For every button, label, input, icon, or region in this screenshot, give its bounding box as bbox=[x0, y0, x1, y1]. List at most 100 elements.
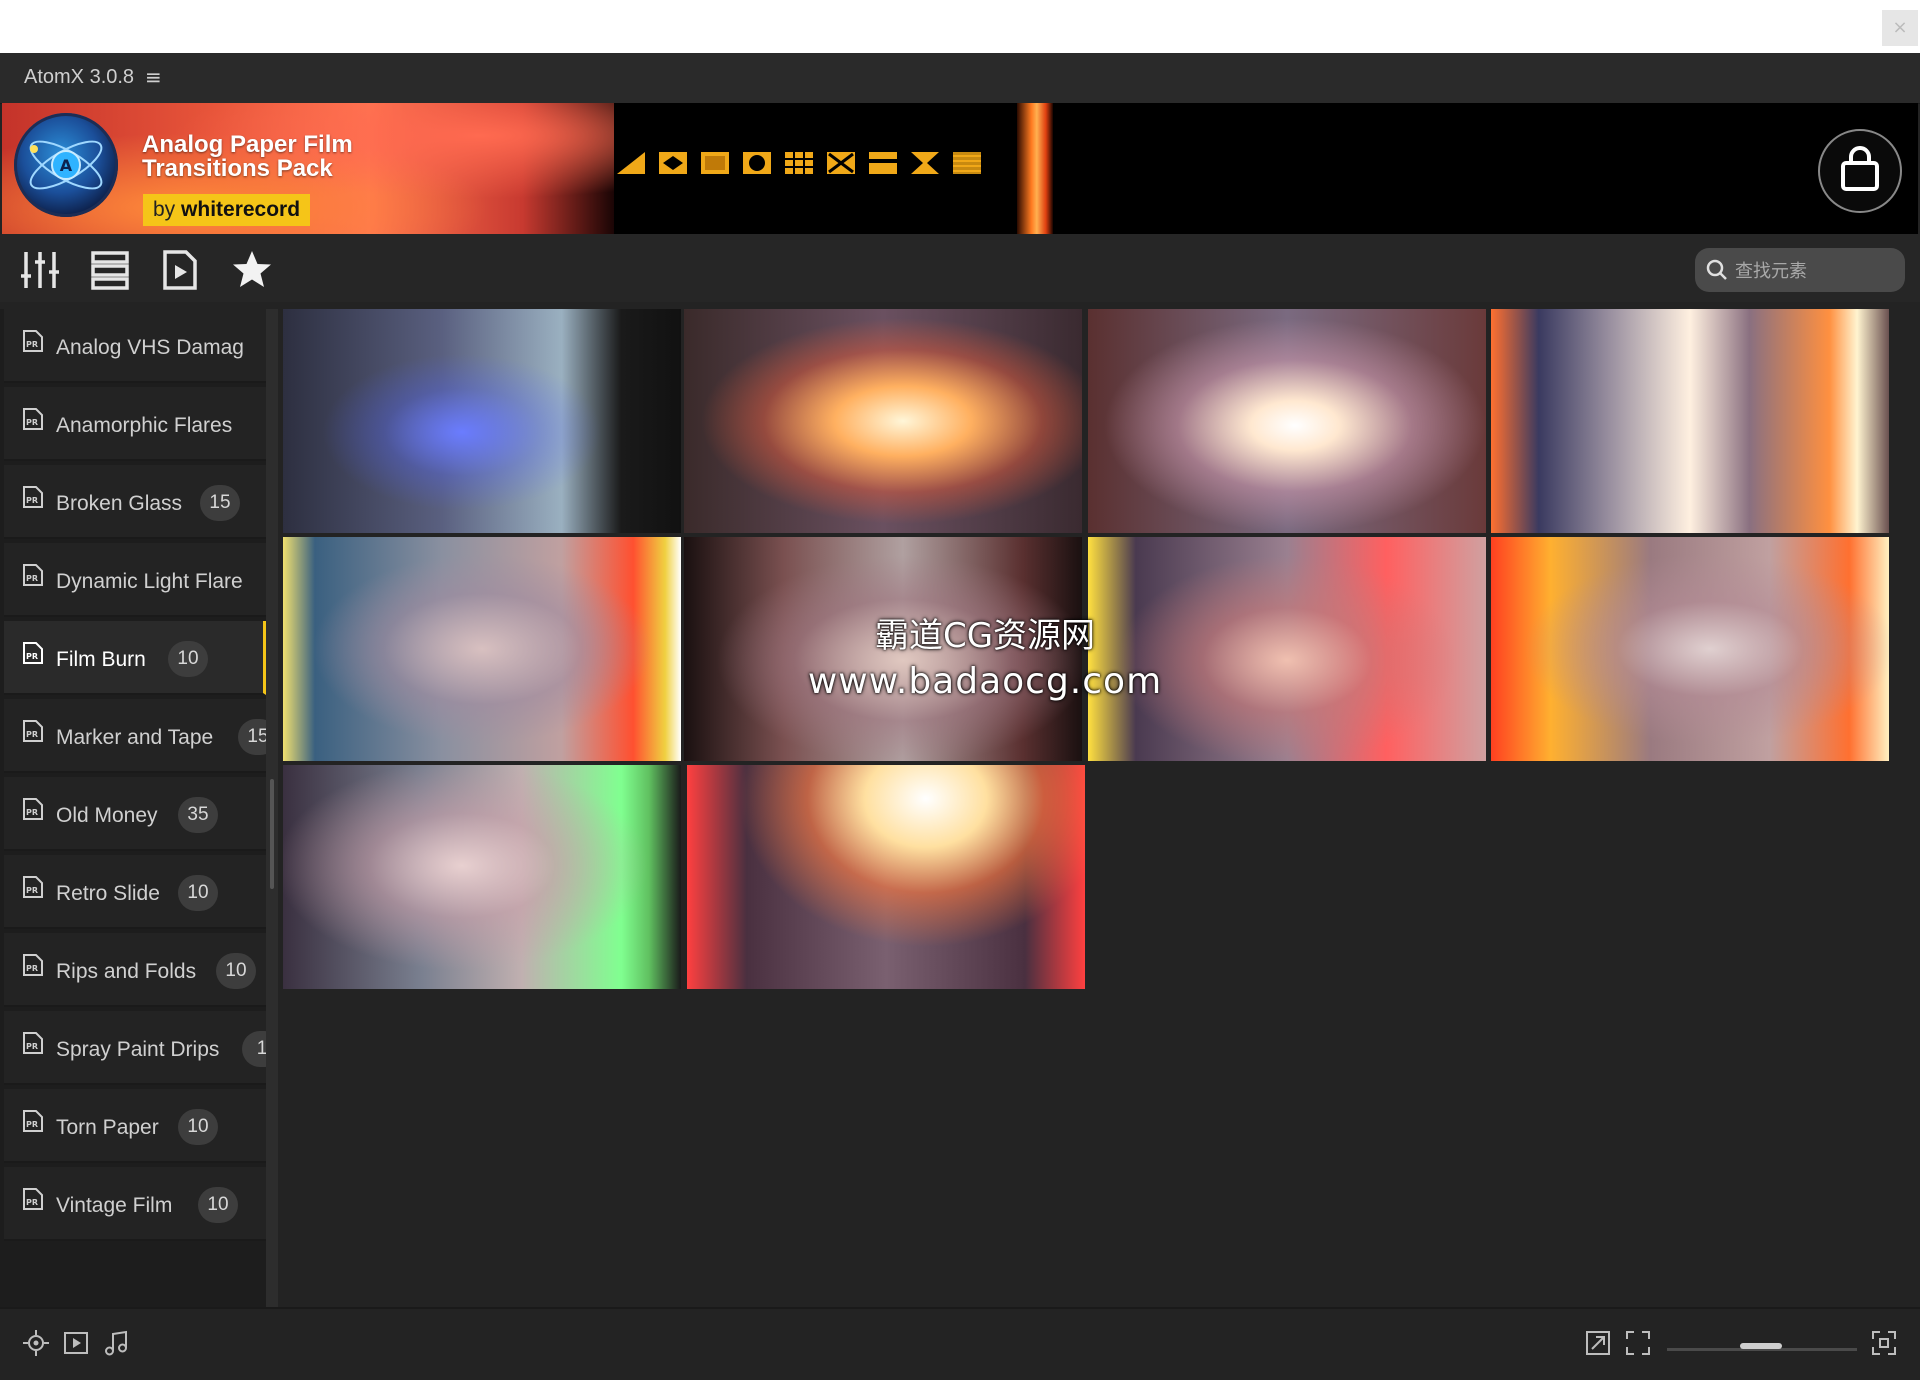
preset-thumbnail[interactable] bbox=[283, 537, 681, 761]
count-badge: 35 bbox=[178, 797, 218, 833]
hamburger-icon[interactable]: ≡ bbox=[145, 65, 162, 89]
shop-bag-icon[interactable] bbox=[1818, 129, 1902, 213]
pack-banner[interactable]: A Analog Paper Film Transitions Pack by … bbox=[2, 103, 1918, 234]
zoom-slider-thumb[interactable] bbox=[1740, 1343, 1782, 1349]
svg-text:PR: PR bbox=[26, 496, 38, 505]
count-badge: 10 bbox=[216, 953, 256, 989]
preset-thumbnail[interactable] bbox=[283, 765, 681, 989]
video-icon[interactable] bbox=[62, 1329, 90, 1357]
title-bar: AtomX 3.0.8 ≡ bbox=[0, 53, 1920, 104]
count-badge: 10 bbox=[168, 641, 208, 677]
svg-text:PR: PR bbox=[26, 808, 38, 817]
svg-text:PR: PR bbox=[26, 340, 38, 349]
count-badge: 10 bbox=[178, 875, 218, 911]
sidebar-item-label: Anamorphic Flares bbox=[56, 414, 233, 437]
banner-title: Analog Paper Film Transitions Pack bbox=[142, 131, 353, 182]
fullscreen-icon[interactable] bbox=[1624, 1329, 1652, 1357]
pr-file-icon: PR bbox=[23, 1110, 43, 1132]
count-badge: 10 bbox=[178, 1109, 218, 1145]
count-badge: 10 bbox=[198, 1187, 238, 1223]
sliders-icon[interactable] bbox=[18, 248, 62, 292]
transition-shapes bbox=[617, 152, 981, 180]
svg-text:PR: PR bbox=[26, 1042, 38, 1051]
expand-icon[interactable] bbox=[1870, 1329, 1898, 1357]
pr-file-icon: PR bbox=[23, 1032, 43, 1054]
app-title: AtomX 3.0.8 bbox=[24, 66, 135, 88]
sidebar-item-label: Retro Slide bbox=[56, 882, 160, 905]
atomx-panel: AtomX 3.0.8 ≡ A Analog Paper Film Transi… bbox=[0, 53, 1920, 1380]
grid-block-icon bbox=[701, 152, 729, 174]
svg-text:PR: PR bbox=[26, 730, 38, 739]
author-name: whiterecord bbox=[181, 198, 301, 221]
search-input[interactable] bbox=[1733, 256, 1897, 286]
sidebar-item-label: Analog VHS Damag bbox=[56, 336, 244, 359]
circle-icon bbox=[743, 152, 771, 174]
svg-text:A: A bbox=[60, 156, 73, 175]
sidebar-item-label: Dynamic Light Flare bbox=[56, 570, 243, 593]
sidebar-item-label: Marker and Tape bbox=[56, 726, 214, 749]
sidebar-item-anamorphic-flares[interactable]: PR Anamorphic Flares bbox=[4, 387, 266, 461]
host-window-bar: × bbox=[0, 0, 1920, 53]
sidebar-item-label: Broken Glass bbox=[56, 492, 183, 515]
preset-thumbnail[interactable] bbox=[1088, 309, 1486, 533]
pr-file-icon: PR bbox=[23, 876, 43, 898]
preset-thumbnail[interactable] bbox=[687, 765, 1085, 989]
toolbar bbox=[0, 234, 1920, 302]
preset-thumbnail[interactable] bbox=[684, 537, 1082, 761]
svg-text:PR: PR bbox=[26, 886, 38, 895]
count-badge: 15 bbox=[200, 485, 240, 521]
list-icon[interactable] bbox=[88, 248, 132, 292]
sidebar-item-broken-glass[interactable]: PR Broken Glass 15 bbox=[4, 465, 266, 539]
banner-author: by whiterecord bbox=[143, 194, 311, 226]
pr-file-icon: PR bbox=[23, 486, 43, 508]
preset-thumbnail[interactable] bbox=[1491, 537, 1889, 761]
search-icon bbox=[1706, 259, 1727, 280]
pr-file-icon: PR bbox=[23, 798, 43, 820]
pr-file-icon: PR bbox=[23, 408, 43, 430]
close-icon[interactable]: × bbox=[1882, 10, 1918, 46]
preset-thumbnail[interactable] bbox=[283, 309, 681, 533]
capture-icon[interactable] bbox=[22, 1329, 50, 1357]
sidebar-item-rips-and-folds[interactable]: PR Rips and Folds 10 bbox=[4, 933, 266, 1007]
pr-file-icon: PR bbox=[23, 642, 43, 664]
resize-icon[interactable] bbox=[1584, 1329, 1612, 1357]
preset-thumbnail[interactable] bbox=[684, 309, 1082, 533]
sidebar-item-old-money[interactable]: PR Old Money 35 bbox=[4, 777, 266, 851]
sidebar-scrollbar[interactable] bbox=[266, 309, 278, 1307]
preset-thumbnail[interactable] bbox=[1088, 537, 1486, 761]
sidebar-item-retro-slide[interactable]: PR Retro Slide 10 bbox=[4, 855, 266, 929]
sidebar-item-label: Vintage Film bbox=[56, 1194, 173, 1217]
count-badge: 15 bbox=[238, 719, 266, 755]
sidebar-item-torn-paper[interactable]: PR Torn Paper 10 bbox=[4, 1089, 266, 1163]
scrollbar-thumb[interactable] bbox=[270, 779, 274, 889]
bottom-bar bbox=[0, 1307, 1920, 1380]
grid-icon bbox=[785, 152, 813, 174]
pr-file-icon: PR bbox=[23, 954, 43, 976]
sidebar-item-analog-vhs-damage[interactable]: PR Analog VHS Damag bbox=[4, 309, 266, 383]
svg-text:PR: PR bbox=[26, 1120, 38, 1129]
sidebar-item-dynamic-light-flare[interactable]: PR Dynamic Light Flare bbox=[4, 543, 266, 617]
preset-thumbnail[interactable] bbox=[1491, 309, 1889, 533]
music-icon[interactable] bbox=[102, 1329, 130, 1357]
svg-text:PR: PR bbox=[26, 574, 38, 583]
media-file-icon[interactable] bbox=[158, 248, 202, 292]
pr-file-icon: PR bbox=[23, 564, 43, 586]
hourglass-icon bbox=[911, 152, 939, 174]
svg-text:PR: PR bbox=[26, 652, 38, 661]
bar-icon bbox=[869, 152, 897, 174]
sidebar-item-label: Spray Paint Drips bbox=[56, 1038, 220, 1061]
sidebar-item-label: Torn Paper bbox=[56, 1116, 159, 1139]
sidebar-item-film-burn[interactable]: PR Film Burn 10 bbox=[4, 621, 266, 695]
pr-file-icon: PR bbox=[23, 330, 43, 352]
star-icon[interactable] bbox=[230, 248, 274, 292]
sidebar-item-spray-paint-drips[interactable]: PR Spray Paint Drips 1 bbox=[4, 1011, 266, 1085]
svg-text:PR: PR bbox=[26, 418, 38, 427]
texture-icon bbox=[953, 152, 981, 174]
sidebar-item-vintage-film[interactable]: PR Vintage Film 10 bbox=[4, 1167, 266, 1241]
search-box[interactable] bbox=[1695, 248, 1905, 292]
pr-file-icon: PR bbox=[23, 1188, 43, 1210]
sidebar-item-marker-and-tape[interactable]: PR Marker and Tape 15 bbox=[4, 699, 266, 773]
sidebar-item-label: Rips and Folds bbox=[56, 960, 197, 983]
diamond-icon bbox=[659, 152, 687, 174]
triangle-icon bbox=[617, 152, 645, 174]
